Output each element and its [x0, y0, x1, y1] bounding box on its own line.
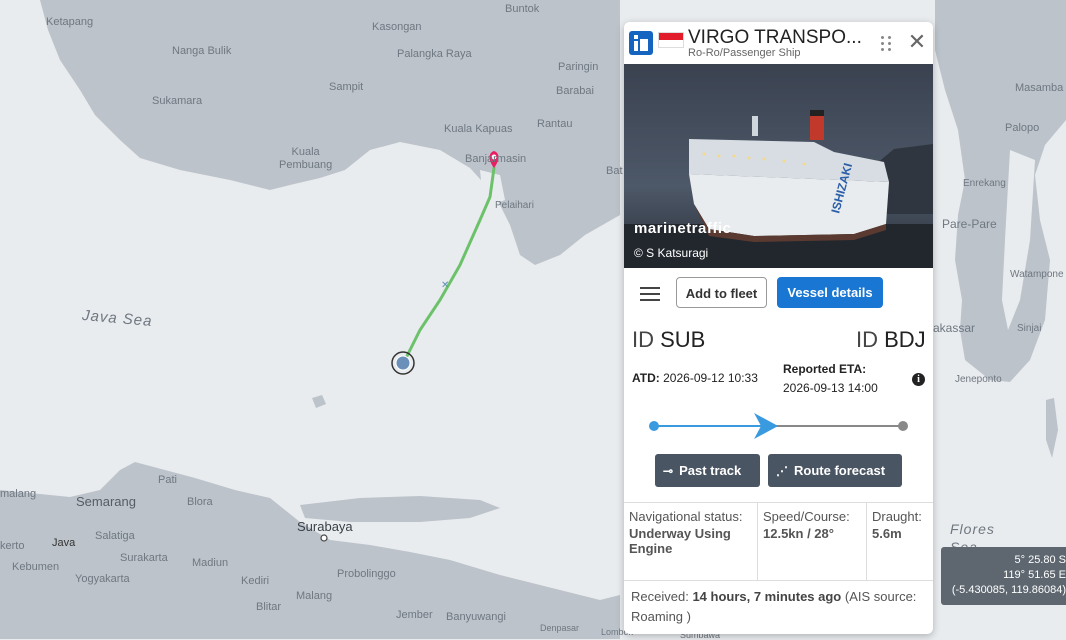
received-value: 14 hours, 7 minutes ago — [692, 589, 842, 604]
past-track-button[interactable]: ⊸ Past track — [655, 454, 760, 487]
progress-start-dot — [649, 421, 659, 431]
speed-course-label: Speed/Course: — [763, 509, 850, 524]
place-banyuwangi: Banyuwangi — [446, 611, 506, 623]
origin-port: ID SUB — [632, 327, 705, 353]
place-jember: Jember — [396, 609, 433, 621]
place-palopo: Palopo — [1005, 122, 1040, 134]
place-kebumen: Kebumen — [12, 561, 60, 573]
atd: ATD: 2026-09-12 10:33 — [632, 371, 758, 385]
place-denpasar: Denpasar — [540, 623, 580, 633]
destination-code: BDJ — [884, 327, 926, 352]
draught-value: 5.6m — [872, 526, 902, 541]
track-arrow-icon: ✕ — [441, 280, 449, 291]
place-bat: Bat — [606, 165, 623, 177]
place-pati: Pati — [158, 474, 177, 486]
place-salatiga: Salatiga — [95, 530, 135, 542]
surabaya-city-dot — [320, 534, 328, 542]
origin-code: SUB — [660, 327, 706, 352]
destination-country: ID — [856, 327, 878, 352]
progress-end-dot — [898, 421, 908, 431]
track-icon: ⊸ — [663, 464, 674, 478]
route-forecast-label: Route forecast — [794, 463, 886, 478]
vessel-stats: Navigational status: Underway Using Engi… — [624, 502, 933, 581]
atd-label: ATD: — [632, 371, 660, 385]
place-ketapang: Ketapang — [46, 16, 94, 28]
draught: Draught: 5.6m — [867, 503, 933, 580]
received-label: Received: — [631, 589, 689, 604]
vessel-type: Ro-Ro/Passenger Ship — [688, 47, 801, 59]
place-surakarta: Surakarta — [120, 552, 168, 564]
coord-lon: 119° 51.65 E — [1003, 569, 1066, 581]
photo-watermark: marinetraffic — [634, 220, 732, 237]
place-sampit: Sampit — [329, 81, 364, 93]
route-forecast-icon: ⋰ — [776, 464, 788, 478]
drag-handle-icon[interactable] — [879, 34, 893, 52]
flag-indonesia-icon — [658, 32, 684, 48]
place-blitar: Blitar — [256, 601, 282, 613]
origin-country: ID — [632, 327, 654, 352]
place-kediri: Kediri — [241, 575, 270, 587]
place-jeneponto: Jeneponto — [955, 374, 1002, 385]
place-watampone: Watampone — [1010, 269, 1064, 280]
route-forecast-button[interactable]: ⋰ Route forecast — [768, 454, 902, 487]
place-palangka-raya: Palangka Raya — [397, 48, 472, 60]
cursor-coordinates: 5° 25.80 S 119° 51.65 E (-5.430085, 119.… — [941, 547, 1066, 605]
place-buntok: Buntok — [505, 3, 540, 15]
place-java: Java — [52, 537, 76, 549]
nav-status: Navigational status: Underway Using Engi… — [624, 503, 758, 580]
place-yogyakarta: Yogyakarta — [75, 573, 130, 585]
place-pare-pare: Pare-Pare — [942, 217, 997, 231]
place-makassar: akassar — [933, 321, 976, 335]
vessel-details-button[interactable]: Vessel details — [777, 277, 883, 308]
nav-status-label: Navigational status: — [629, 509, 743, 524]
place-paringin: Paringin — [558, 61, 599, 73]
vessel-photo[interactable]: ISHIZAKI marinetraffic © S Katsuragi — [624, 64, 933, 268]
photo-credit: © S Katsuragi — [634, 246, 709, 260]
draught-label: Draught: — [872, 509, 922, 524]
place-enrekang: Enrekang — [963, 178, 1006, 189]
speed-course-value: 12.5kn / 28° — [763, 526, 834, 541]
place-probolinggo: Probolinggo — [337, 568, 396, 580]
place-nanga-bulik: Nanga Bulik — [172, 45, 232, 57]
past-track-label: Past track — [679, 463, 742, 478]
place-madiun: Madiun — [192, 557, 229, 569]
hamburger-menu-icon[interactable] — [640, 287, 660, 301]
place-barabai: Barabai — [556, 85, 594, 97]
place-surabaya: Surabaya — [297, 519, 353, 534]
atd-value: 2026-09-12 10:33 — [663, 371, 758, 385]
place-semarang: Semarang — [76, 494, 136, 509]
place-rantau: Rantau — [537, 118, 573, 130]
coord-decimal: (-5.430085, 119.86084) — [951, 584, 1066, 596]
panel-header: VIRGO TRANSPO... Ro-Ro/Passenger Ship ✕ — [624, 22, 933, 64]
place-banjarmasin: Banjarmasin — [465, 153, 527, 165]
destination-port: ID BDJ — [856, 327, 926, 353]
vessel-name: VIRGO TRANSPO... — [688, 27, 862, 48]
place-sukamara: Sukamara — [152, 95, 203, 107]
place-masamba: Masamba — [1015, 82, 1064, 94]
voyage-progress-bar — [649, 413, 908, 439]
place-blora: Blora — [187, 496, 213, 508]
place-malang-w: malang — [0, 488, 37, 500]
place-sinjai: Sinjai — [1017, 323, 1042, 334]
eta-label: Reported ETA: — [783, 362, 867, 376]
eta-value: 2026-09-13 14:00 — [783, 381, 878, 395]
coord-lat: 5° 25.80 S — [1014, 554, 1066, 566]
place-malang: Malang — [296, 590, 333, 602]
place-kuala-pembuang: Kuala Pembuang — [279, 146, 333, 171]
add-to-fleet-button[interactable]: Add to fleet — [676, 277, 767, 308]
received-info: Received: 14 hours, 7 minutes ago (AIS s… — [631, 587, 927, 627]
place-kuala-kapuas: Kuala Kapuas — [444, 123, 513, 135]
place-kerto: kerto — [0, 540, 25, 552]
place-pelaihari: Pelaihari — [495, 200, 534, 211]
speed-course: Speed/Course: 12.5kn / 28° — [758, 503, 867, 580]
ship-type-icon — [629, 31, 653, 55]
info-icon[interactable]: i — [912, 373, 925, 386]
close-icon[interactable]: ✕ — [907, 31, 927, 53]
nav-status-value: Underway Using Engine — [629, 526, 731, 556]
place-kasongan: Kasongan — [372, 21, 422, 33]
vessel-info-panel: VIRGO TRANSPO... Ro-Ro/Passenger Ship ✕ — [624, 22, 933, 634]
